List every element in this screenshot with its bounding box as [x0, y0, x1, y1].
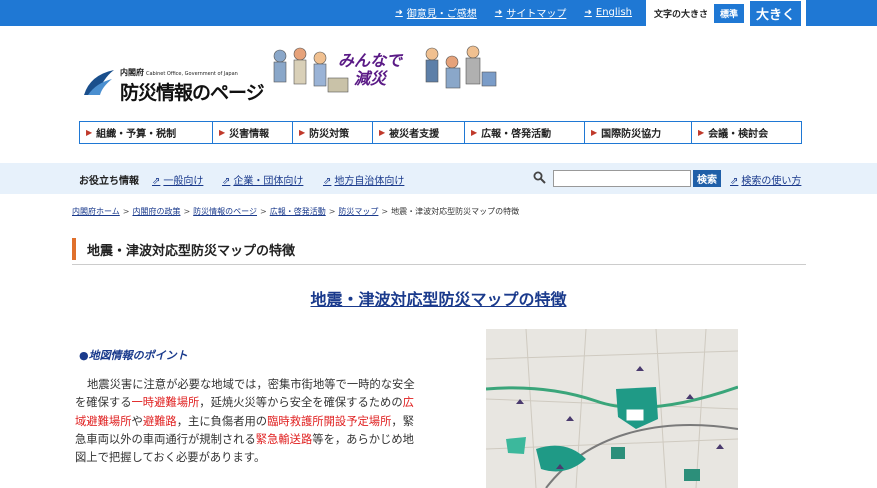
nav-public-relations[interactable]: ▶ 広報・啓発活動 [465, 122, 585, 143]
cabinet-office-label: 内閣府 Cabinet Office, Government of Japan [120, 67, 238, 78]
font-size-control: 文字の大きさ 標準 大きく [646, 0, 806, 26]
nav-meetings[interactable]: ▶ 会議・検討会 [692, 122, 799, 143]
nav-label: 災害情報 [229, 129, 270, 140]
external-link-icon: ⇗ [323, 176, 332, 187]
breadcrumb-map[interactable]: 防災マップ [338, 207, 378, 216]
helpful-label: お役立ち情報 [79, 176, 139, 187]
body-text: ，主に負傷者用の [176, 414, 268, 428]
english-link-label: English [595, 7, 632, 18]
external-link-icon: ⇗ [222, 176, 231, 187]
breadcrumb: 内閣府ホーム > 内閣府の政策 > 防災情報のページ > 広報・啓発活動 > 防災マップ > 地震・… [72, 206, 519, 217]
helpful-link-label: 一般向け [163, 176, 204, 187]
slogan: みんなで 減災 [338, 52, 402, 88]
nav-label: 組織・予算・税制 [96, 129, 177, 140]
sitemap-link[interactable]: ➜ サイトマップ [494, 5, 567, 21]
slogan-line1: みんなで [338, 51, 403, 70]
highlight-first-aid-station: 臨時救護所開設予定場所 [267, 414, 392, 428]
feedback-link-label: 御意見・ご感想 [406, 9, 477, 20]
helpful-link-general[interactable]: ⇗ 一般向け [152, 172, 203, 187]
breadcrumb-separator: > [328, 207, 336, 216]
breadcrumb-bousai[interactable]: 防災情報のページ [193, 207, 257, 216]
top-bar: ➜ 御意見・ご感想 ➜ サイトマップ ➜ English 文字の大きさ 標準 大きく [0, 0, 877, 26]
cabinet-office-en-text: Cabinet Office, Government of Japan [146, 71, 238, 77]
highlight-evacuation-route: 避難路 [142, 414, 177, 428]
search-input[interactable] [553, 170, 691, 187]
arrow-right-icon: ➜ [395, 7, 403, 18]
font-standard-button[interactable]: 標準 [714, 3, 745, 23]
search-help-label: 検索の使い方 [741, 176, 802, 187]
breadcrumb-separator: > [183, 207, 191, 216]
government-emblem-icon [84, 70, 114, 95]
nav-victim-support[interactable]: ▶ 被災者支援 [373, 122, 465, 143]
body-text: ，延焼火災等から安全を確保するための [199, 396, 403, 410]
site-title: 防災情報のページ [120, 82, 265, 104]
breadcrumb-current: 地震・津波対応型防災マップの特徴 [391, 207, 520, 216]
sitemap-link-label: サイトマップ [506, 9, 567, 20]
highlight-temporary-evacuation: 一時避難場所 [131, 396, 200, 410]
nav-label: 会議・検討会 [708, 129, 769, 140]
nav-label: 国際防災協力 [601, 129, 662, 140]
heading-accent-bar [72, 238, 76, 260]
font-size-label: 文字の大きさ [654, 9, 709, 20]
nav-disaster-measures[interactable]: ▶ 防災対策 [293, 122, 373, 143]
arrow-right-icon: ➜ [494, 7, 503, 18]
triangle-icon: ▶ [86, 128, 93, 137]
breadcrumb-pr[interactable]: 広報・啓発活動 [270, 207, 326, 216]
page-heading: 地震・津波対応型防災マップの特徴 [72, 236, 806, 265]
helpful-link-business[interactable]: ⇗ 企業・団体向け [222, 172, 303, 187]
triangle-icon: ▶ [379, 128, 386, 137]
point-heading: ●地図情報のポイント [79, 349, 188, 362]
breadcrumb-separator: > [122, 207, 130, 216]
nav-organization[interactable]: ▶ 組織・予算・税制 [80, 122, 213, 143]
top-links: ➜ 御意見・ご感想 ➜ サイトマップ ➜ English [395, 5, 632, 20]
breadcrumb-policy[interactable]: 内閣府の政策 [132, 207, 180, 216]
triangle-icon: ▶ [471, 128, 478, 137]
breadcrumb-separator: > [381, 207, 389, 216]
helpful-link-local-gov[interactable]: ⇗ 地方自治体向け [323, 172, 404, 187]
slogan-line2: 減災 [354, 69, 387, 88]
nav-label: 広報・啓発活動 [481, 129, 552, 140]
helpful-link-label: 地方自治体向け [334, 176, 405, 187]
helpful-link-label: 企業・団体向け [233, 176, 304, 187]
main-title-text: 地震・津波対応型防災マップの特徴 [310, 290, 567, 309]
search-help-link[interactable]: ⇗ 検索の使い方 [730, 172, 801, 187]
main-title: 地震・津波対応型防災マップの特徴 [0, 286, 877, 310]
triangle-icon: ▶ [219, 128, 226, 137]
triangle-icon: ▶ [698, 128, 705, 137]
external-link-icon: ⇗ [152, 176, 161, 187]
nav-international[interactable]: ▶ 国際防災協力 [585, 122, 692, 143]
arrow-right-icon: ➜ [584, 7, 592, 18]
search-icon [533, 171, 546, 184]
helpful-bar: お役立ち情報 ⇗ 一般向け ⇗ 企業・団体向け ⇗ 地方自治体向け ⇗ 検索の使い方 [0, 163, 877, 194]
page-heading-text: 地震・津波対応型防災マップの特徴 [87, 244, 296, 259]
breadcrumb-separator: > [260, 207, 267, 216]
search-button[interactable]: 検索 [693, 170, 721, 187]
triangle-icon: ▶ [299, 128, 306, 137]
feedback-link[interactable]: ➜ 御意見・ご感想 [395, 5, 477, 21]
highlight-emergency-road: 緊急輸送路 [255, 432, 313, 446]
triangle-icon: ▶ [591, 128, 598, 137]
cabinet-office-text: 内閣府 [120, 68, 144, 77]
body-text: や [131, 414, 143, 428]
breadcrumb-home[interactable]: 内閣府ホーム [72, 207, 120, 216]
font-large-button[interactable]: 大きく [750, 0, 802, 26]
nav-label: 防災対策 [309, 129, 350, 140]
nav-label: 被災者支援 [389, 129, 440, 140]
english-link[interactable]: ➜ English [584, 5, 632, 20]
disaster-map-image [486, 329, 738, 488]
body-paragraph: 地震災害に注意が必要な地域では，密集市街地等で一時的な安全を確保する一時避難場所… [75, 376, 415, 467]
external-link-icon: ⇗ [730, 176, 739, 187]
nav-disaster-info[interactable]: ▶ 災害情報 [213, 122, 293, 143]
global-nav: ▶ 組織・予算・税制 ▶ 災害情報 ▶ 防災対策 ▶ 被災者支援 ▶ 広報・啓発活動 ▶ 国… [79, 121, 802, 144]
